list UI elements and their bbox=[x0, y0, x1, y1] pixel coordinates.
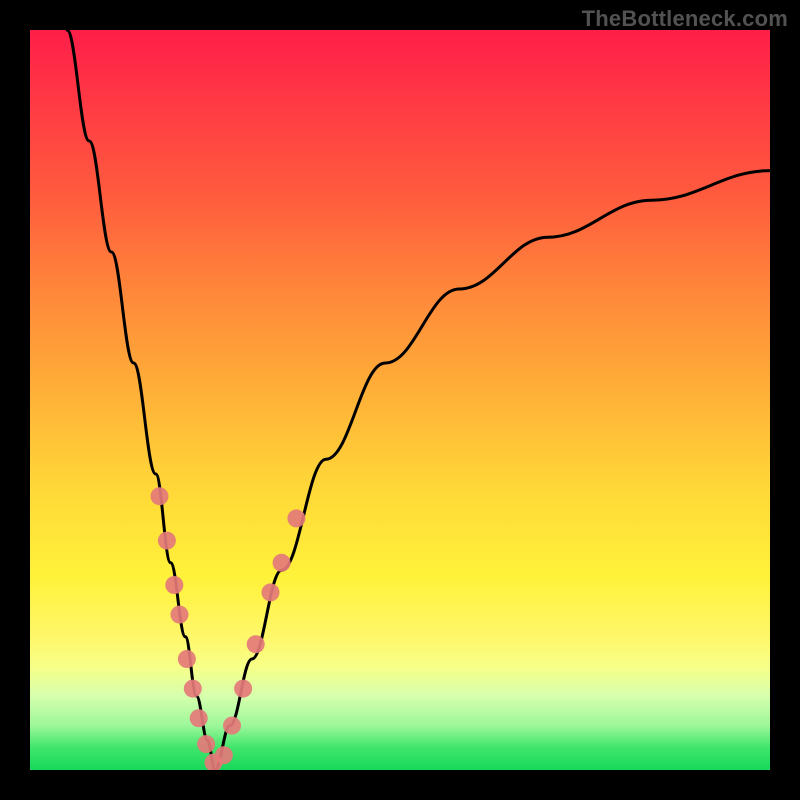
chart-frame: TheBottleneck.com bbox=[0, 0, 800, 800]
data-marker bbox=[197, 735, 215, 753]
curve-right-arm bbox=[215, 171, 770, 770]
plot-area bbox=[30, 30, 770, 770]
chart-svg bbox=[30, 30, 770, 770]
watermark-label: TheBottleneck.com bbox=[582, 6, 788, 32]
data-marker bbox=[165, 576, 183, 594]
data-marker bbox=[151, 487, 169, 505]
data-marker bbox=[170, 606, 188, 624]
data-marker bbox=[223, 717, 241, 735]
data-marker bbox=[158, 532, 176, 550]
data-marker bbox=[273, 554, 291, 572]
data-marker bbox=[178, 650, 196, 668]
data-marker bbox=[184, 680, 202, 698]
data-marker bbox=[190, 709, 208, 727]
data-marker bbox=[262, 583, 280, 601]
marker-group bbox=[151, 487, 306, 770]
data-marker bbox=[287, 509, 305, 527]
data-marker bbox=[215, 746, 233, 764]
bottleneck-curve bbox=[67, 30, 770, 770]
data-marker bbox=[247, 635, 265, 653]
data-marker bbox=[234, 680, 252, 698]
